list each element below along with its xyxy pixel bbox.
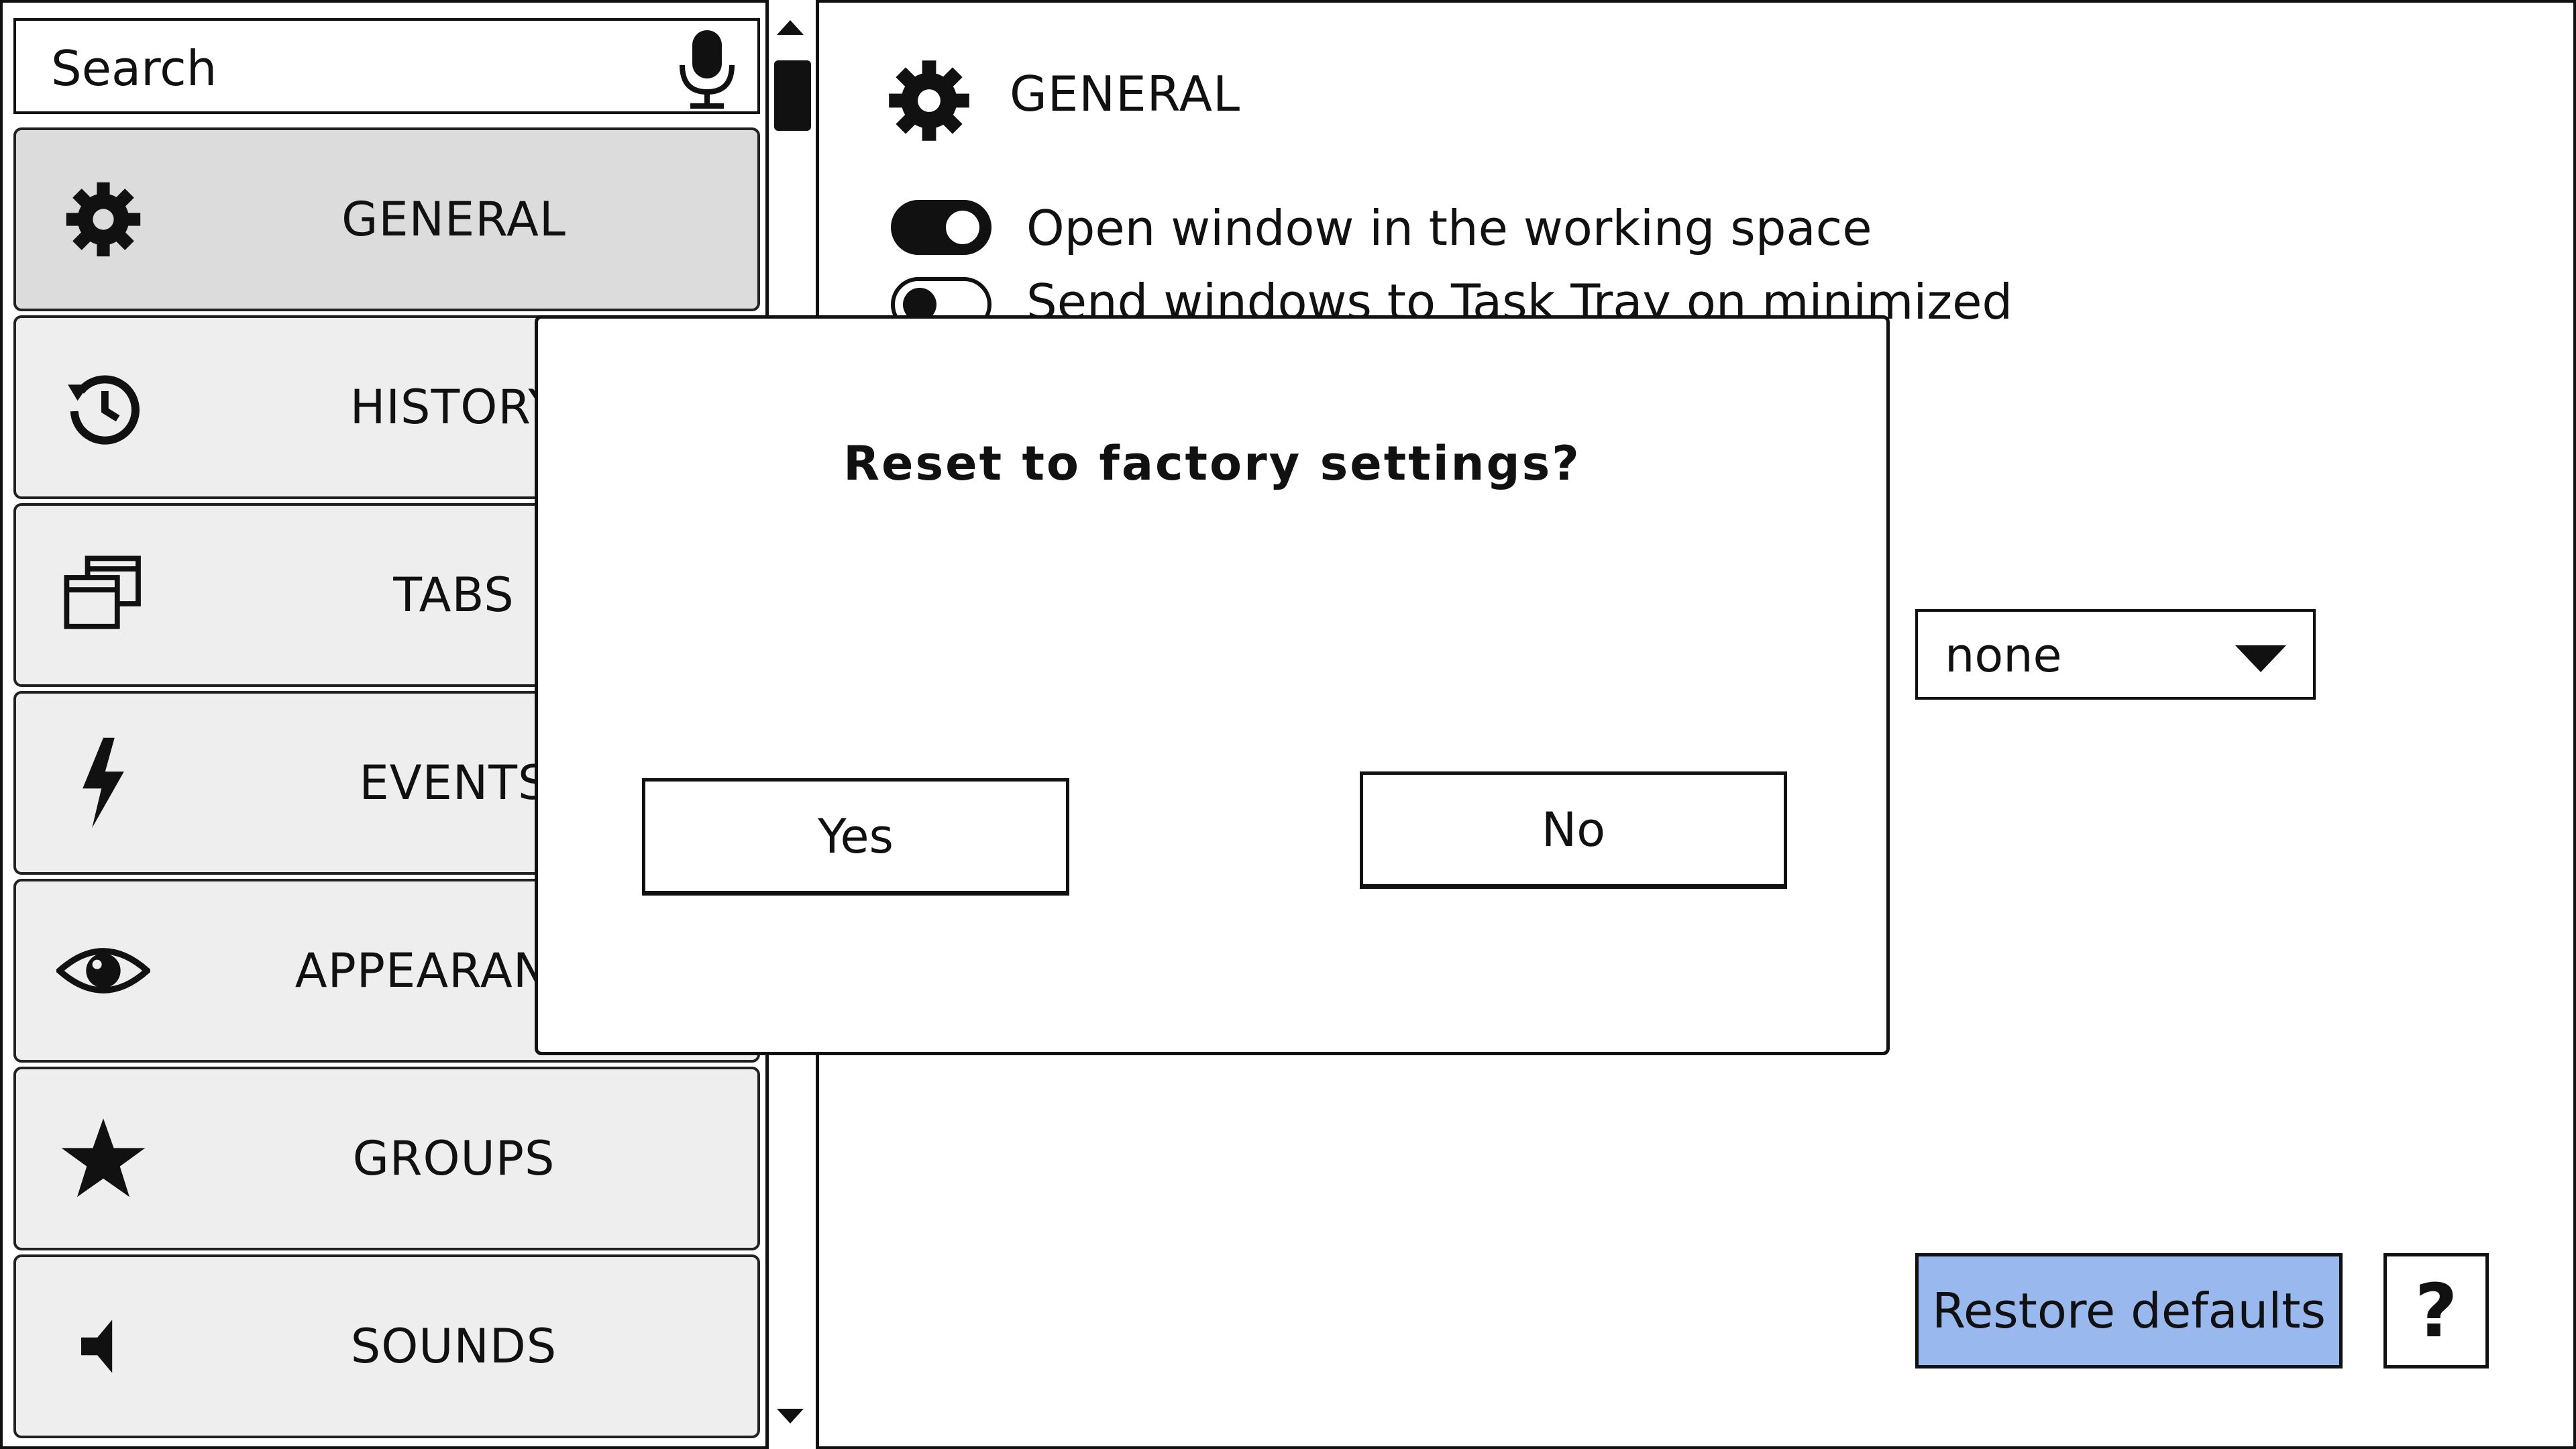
no-button[interactable]: No <box>1360 771 1787 889</box>
dialog-title: Reset to factory settings? <box>843 436 1581 491</box>
history-icon <box>53 318 154 496</box>
sidebar-item-label: GENERAL <box>341 192 566 247</box>
help-button[interactable]: ? <box>2383 1253 2489 1368</box>
eye-icon <box>53 881 154 1060</box>
dropdown-value: none <box>1945 628 2062 683</box>
windows-icon <box>53 506 154 684</box>
yes-button[interactable]: Yes <box>642 778 1069 896</box>
reset-dialog: Reset to factory settings? Yes No <box>535 315 1890 1055</box>
search-box[interactable]: Search <box>13 18 760 114</box>
page-title: GENERAL <box>1010 66 1241 122</box>
sidebar-item-sounds[interactable]: SOUNDS <box>13 1254 760 1438</box>
sidebar-item-label: GROUPS <box>352 1131 555 1186</box>
restore-defaults-button[interactable]: Restore defaults <box>1915 1253 2343 1368</box>
lightning-icon <box>53 694 154 872</box>
open-window-label: Open window in the working space <box>1026 200 1872 256</box>
scroll-up-arrow-icon[interactable] <box>777 20 804 35</box>
gear-icon <box>889 60 969 141</box>
chevron-down-icon <box>2235 645 2286 672</box>
speaker-icon <box>53 1257 154 1436</box>
sidebar-item-groups[interactable]: GROUPS <box>13 1067 760 1250</box>
open-window-toggle[interactable] <box>891 200 991 255</box>
option-dropdown[interactable]: none <box>1915 609 2316 700</box>
search-input[interactable]: Search <box>51 38 217 99</box>
sidebar-item-general[interactable]: GENERAL <box>13 127 760 311</box>
scroll-down-arrow-icon[interactable] <box>777 1409 804 1424</box>
gear-icon <box>53 130 154 309</box>
sidebar-item-label: SOUNDS <box>350 1319 557 1374</box>
star-icon <box>53 1069 154 1248</box>
scroll-thumb[interactable] <box>774 60 811 131</box>
microphone-icon[interactable] <box>670 28 744 111</box>
